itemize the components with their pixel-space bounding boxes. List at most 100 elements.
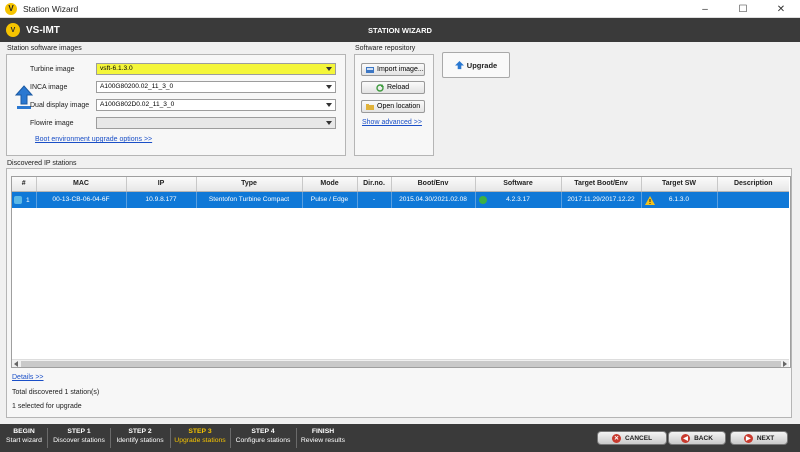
- row-dirno: -: [357, 191, 392, 208]
- col-boot[interactable]: Boot/Env: [391, 177, 476, 192]
- flowire-image-select[interactable]: [96, 117, 336, 129]
- step-finish-subtitle: Review results: [300, 437, 346, 444]
- step-divider: [230, 428, 231, 448]
- row-mode: Pulse / Edge: [302, 191, 358, 208]
- col-dirno[interactable]: Dir.no.: [357, 177, 392, 192]
- show-advanced-link[interactable]: Show advanced >>: [362, 119, 422, 126]
- turbine-image-row: Turbine image vsft-6.1.3.0: [30, 63, 340, 75]
- wizard-footer: BEGIN Start wizard STEP 1 Discover stati…: [0, 424, 800, 452]
- table-row[interactable]: 1 00-13-CB-06-04-6F 10.9.8.177 Stentofon…: [12, 191, 789, 208]
- step-begin[interactable]: BEGIN Start wizard: [4, 428, 44, 444]
- chevron-down-icon: [326, 121, 332, 125]
- row-ip: 10.9.8.177: [126, 191, 197, 208]
- col-target-boot[interactable]: Target Boot/Env: [561, 177, 642, 192]
- open-location-button[interactable]: Open location: [361, 100, 425, 113]
- maximize-button[interactable]: ☐: [724, 0, 762, 18]
- col-type[interactable]: Type: [196, 177, 303, 192]
- warning-icon: [644, 195, 655, 205]
- step-1-title: STEP 1: [67, 428, 91, 435]
- step-divider: [170, 428, 171, 448]
- row-target-boot: 2017.11.29/2017.12.22: [561, 191, 642, 208]
- step-2[interactable]: STEP 2 Identify stations: [112, 428, 168, 444]
- close-button[interactable]: ✕: [762, 0, 800, 18]
- total-discovered-text: Total discovered 1 station(s): [12, 389, 100, 396]
- step-4-title: STEP 4: [251, 428, 275, 435]
- cancel-label: CANCEL: [624, 434, 653, 442]
- row-number: 1: [26, 196, 30, 204]
- next-label: NEXT: [756, 434, 775, 442]
- col-number[interactable]: #: [12, 177, 37, 192]
- turbine-image-select[interactable]: vsft-6.1.3.0: [96, 63, 336, 75]
- step-begin-title: BEGIN: [13, 428, 35, 435]
- step-3-subtitle: Upgrade stations: [174, 437, 226, 444]
- minimize-button[interactable]: –: [686, 0, 724, 18]
- open-location-label: Open location: [377, 103, 421, 110]
- back-arrow-icon: ◀: [681, 433, 691, 443]
- images-group-label: Station software images: [7, 45, 82, 52]
- chevron-down-icon: [326, 103, 332, 107]
- app-logo-icon: V: [5, 2, 17, 15]
- page-title: STATION WIZARD: [368, 26, 432, 35]
- row-target-sw: 6.1.3.0: [668, 196, 690, 204]
- col-mac[interactable]: MAC: [36, 177, 127, 192]
- col-description[interactable]: Description: [717, 177, 789, 192]
- back-button[interactable]: ◀ BACK: [668, 431, 726, 445]
- dual-image-select[interactable]: A100G802D0.02_11_3_0: [96, 99, 336, 111]
- row-description: [717, 191, 789, 208]
- import-image-button[interactable]: Import image...: [361, 63, 425, 76]
- col-target-sw[interactable]: Target SW: [641, 177, 718, 192]
- table-header-row: # MAC IP Type Mode Dir.no. Boot/Env Soft…: [12, 177, 789, 192]
- chevron-down-icon: [326, 85, 332, 89]
- col-mode[interactable]: Mode: [302, 177, 358, 192]
- horizontal-scrollbar[interactable]: [12, 359, 789, 367]
- dual-image-value: A100G802D0.02_11_3_0: [100, 101, 175, 108]
- cancel-icon: ✕: [611, 433, 621, 443]
- step-2-subtitle: Identify stations: [116, 437, 164, 444]
- row-software: 4.2.3.17: [506, 196, 530, 204]
- next-button[interactable]: ▶ NEXT: [730, 431, 788, 445]
- scroll-thumb[interactable]: [21, 361, 781, 367]
- col-ip[interactable]: IP: [126, 177, 197, 192]
- check-icon: [478, 195, 487, 204]
- stations-table: # MAC IP Type Mode Dir.no. Boot/Env Soft…: [12, 177, 789, 208]
- window-title: Station Wizard: [23, 3, 79, 14]
- details-link[interactable]: Details >>: [12, 374, 44, 381]
- import-icon: [366, 66, 374, 73]
- step-2-title: STEP 2: [128, 428, 152, 435]
- row-boot: 2015.04.30/2021.02.08: [391, 191, 476, 208]
- import-image-label: Import image...: [377, 66, 424, 73]
- window-titlebar: V Station Wizard – ☐ ✕: [0, 0, 800, 18]
- col-software[interactable]: Software: [475, 177, 562, 192]
- discovered-group-label: Discovered IP stations: [7, 160, 77, 167]
- step-finish[interactable]: FINISH Review results: [298, 428, 348, 444]
- reload-label: Reload: [387, 84, 410, 91]
- step-1[interactable]: STEP 1 Discover stations: [50, 428, 108, 444]
- row-number-cell: 1: [12, 191, 37, 208]
- scroll-right-icon[interactable]: [783, 361, 787, 367]
- reload-icon: [376, 83, 384, 92]
- step-3[interactable]: STEP 3 Upgrade stations: [172, 428, 228, 444]
- reload-button[interactable]: Reload: [361, 81, 425, 94]
- next-arrow-icon: ▶: [743, 433, 753, 443]
- row-software-cell: 4.2.3.17: [475, 191, 562, 208]
- station-icon: [14, 195, 22, 204]
- row-type: Stentofon Turbine Compact: [196, 191, 303, 208]
- cancel-button[interactable]: ✕ CANCEL: [597, 431, 667, 445]
- step-4[interactable]: STEP 4 Configure stations: [232, 428, 294, 444]
- app-header: V VS-IMT STATION WIZARD: [0, 18, 800, 42]
- step-1-subtitle: Discover stations: [53, 437, 105, 444]
- selected-count-text: 1 selected for upgrade: [12, 403, 82, 410]
- inca-image-select[interactable]: A100G80200.02_11_3_0: [96, 81, 336, 93]
- dual-image-label: Dual display image: [30, 101, 90, 109]
- inca-image-row: INCA image A100G80200.02_11_3_0: [30, 81, 340, 93]
- scroll-left-icon[interactable]: [14, 361, 18, 367]
- boot-environment-link[interactable]: Boot environment upgrade options >>: [35, 136, 152, 143]
- repo-group-label: Software repository: [355, 45, 416, 52]
- inca-image-value: A100G80200.02_11_3_0: [100, 83, 174, 90]
- upgrade-label: Upgrade: [466, 60, 498, 70]
- folder-icon: [366, 103, 374, 110]
- upgrade-icon: [454, 60, 464, 69]
- upgrade-button[interactable]: Upgrade: [442, 52, 510, 78]
- flowire-image-row: Flowire image: [30, 117, 340, 129]
- turbine-image-label: Turbine image: [30, 65, 75, 73]
